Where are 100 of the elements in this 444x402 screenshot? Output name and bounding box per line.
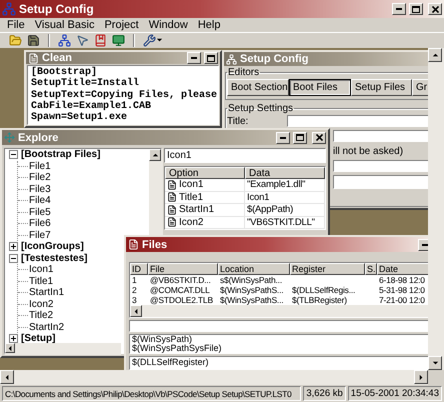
scroll-right-button[interactable]	[414, 370, 428, 384]
option-name: Icon1	[179, 179, 204, 190]
editor-button[interactable]: Boot Section	[227, 79, 289, 96]
option-cell[interactable]: Icon1	[165, 179, 245, 192]
book-button[interactable]	[93, 34, 108, 48]
input-field[interactable]	[333, 175, 428, 189]
window-title: Clean	[42, 52, 73, 64]
menu-item[interactable]: Project	[99, 19, 144, 31]
minimize-icon	[396, 8, 402, 10]
column-header[interactable]: Date	[377, 263, 428, 275]
minimize-button[interactable]	[187, 52, 201, 64]
table-cell-text: 3	[131, 295, 138, 305]
scroll-left-button[interactable]	[130, 305, 142, 317]
column-header[interactable]: File	[148, 263, 218, 275]
scrollbar[interactable]	[428, 48, 444, 370]
tree-item[interactable]: Icon1	[29, 264, 54, 276]
left-arrow-icon	[132, 308, 140, 314]
tree-item[interactable]: File5	[29, 206, 51, 218]
book-icon	[94, 34, 107, 47]
title-field[interactable]	[287, 115, 428, 127]
text-editor[interactable]: [Bootstrap] SetupTitle=Install SetupText=Copying Files, please CabFile=Example1.CAB Spawn=Setup1.exe	[27, 65, 219, 125]
network-button[interactable]	[57, 34, 72, 48]
close-button[interactable]	[428, 3, 442, 15]
register-box[interactable]: $(DLLSelfRegister)	[129, 356, 428, 370]
table-cell-text: 7-21-00 12:0	[378, 295, 426, 305]
tree-item[interactable]: File4	[29, 195, 51, 206]
right-arrow-icon	[418, 374, 424, 380]
column-header[interactable]: Option	[165, 167, 245, 179]
wrench-icon	[143, 34, 156, 47]
monitor-button[interactable]	[111, 34, 126, 48]
option-cell[interactable]: Title1	[165, 192, 245, 204]
tools-button[interactable]	[142, 34, 164, 48]
left-arrow-icon	[6, 344, 14, 352]
cursor-icon	[76, 34, 89, 47]
scrollbar[interactable]	[0, 370, 428, 385]
scroll-left-button[interactable]	[0, 370, 14, 384]
minimize-button[interactable]	[418, 238, 428, 250]
tree-item[interactable]: Title2	[29, 310, 54, 322]
input-field[interactable]	[129, 320, 428, 332]
window-title: Setup Config	[19, 2, 95, 16]
option-field[interactable]: Icon1	[164, 148, 326, 163]
input-field[interactable]	[333, 160, 428, 172]
option-cell[interactable]: Icon2	[165, 216, 245, 229]
tree-item[interactable]: [Testestestes]	[21, 252, 88, 264]
scroll-up-button[interactable]	[428, 48, 442, 62]
document-icon	[167, 180, 177, 190]
scroll-up-button[interactable]	[149, 149, 161, 161]
close-button[interactable]	[312, 132, 326, 144]
tree-item[interactable]: File7	[29, 230, 51, 241]
collapse-button[interactable]	[9, 150, 18, 160]
maximize-button[interactable]	[409, 3, 423, 15]
option-name: StartIn1	[179, 204, 214, 216]
table-cell-text: s$(WinSysPath...	[219, 275, 283, 285]
editor-button[interactable]: Setup Files	[351, 79, 412, 96]
app-icon	[226, 54, 237, 64]
input-field[interactable]	[333, 130, 428, 142]
minimize-button[interactable]	[392, 3, 406, 15]
scroll-left-button[interactable]	[5, 343, 15, 353]
expand-button[interactable]	[9, 242, 18, 252]
tree-item[interactable]: File1	[29, 160, 51, 172]
column-header[interactable]: Data	[245, 167, 325, 179]
minimize-button[interactable]	[276, 132, 290, 144]
collapse-button[interactable]	[9, 254, 18, 263]
tree-item[interactable]: StartIn2	[29, 322, 64, 333]
tree-item[interactable]: File3	[29, 184, 51, 195]
tree-item[interactable]: [Bootstrap Files]	[21, 149, 100, 160]
maximize-button[interactable]	[293, 132, 307, 144]
document-icon	[167, 192, 177, 202]
maximize-button[interactable]	[204, 52, 218, 64]
document-icon	[167, 204, 177, 215]
editor-button[interactable]: Gr	[412, 79, 428, 96]
tree-item[interactable]: File6	[29, 218, 51, 230]
menu-item[interactable]: Window	[144, 19, 193, 31]
tree-item[interactable]: StartIn1	[29, 287, 64, 298]
column-header[interactable]: Register	[290, 263, 365, 275]
tree-item[interactable]: [IconGroups]	[21, 241, 84, 252]
table-cell-text: $(TLBRegister)	[291, 295, 348, 305]
menu-item[interactable]: File	[2, 19, 30, 31]
path-box[interactable]: $(WinSysPath) $(WinSysPathSysFile)	[129, 334, 428, 354]
editor-button[interactable]: Boot Files	[289, 79, 351, 96]
column-header[interactable]: ID	[130, 263, 148, 275]
scrollbar[interactable]	[5, 343, 121, 355]
scroll-down-button[interactable]	[428, 356, 442, 370]
app-icon	[2, 2, 16, 16]
scrollbar[interactable]	[130, 305, 428, 317]
tree-item[interactable]: [Setup]	[21, 333, 56, 343]
column-header[interactable]: S.	[365, 263, 377, 275]
column-header[interactable]: Location	[218, 263, 290, 275]
pointer-button[interactable]	[75, 34, 90, 48]
save-button[interactable]	[26, 34, 41, 48]
option-cell[interactable]: StartIn1	[165, 204, 245, 216]
menu-item[interactable]: Visual Basic	[30, 19, 100, 31]
menu-item[interactable]: Help	[192, 19, 226, 31]
tree-item[interactable]: File2	[29, 172, 51, 184]
tree-item[interactable]: Icon2	[29, 298, 54, 310]
table-cell-text: 6-18-98 12:0	[378, 275, 426, 285]
up-arrow-icon	[432, 52, 438, 58]
expand-button[interactable]	[9, 334, 18, 343]
scrollbar[interactable]	[149, 149, 163, 237]
tree-item[interactable]: Title1	[29, 276, 54, 287]
